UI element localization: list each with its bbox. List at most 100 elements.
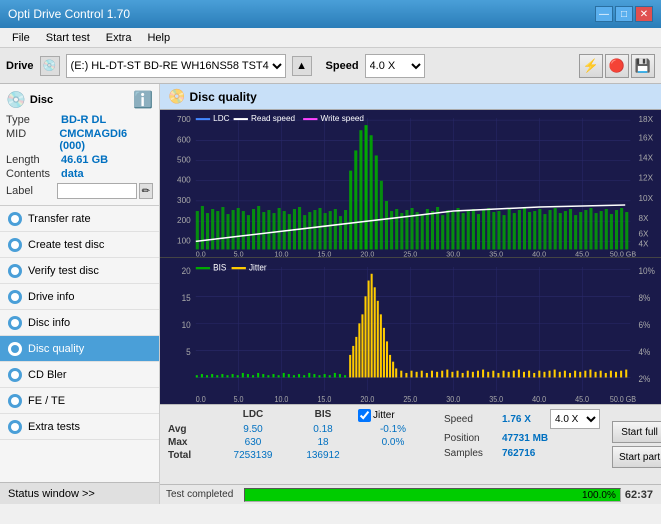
- svg-text:16X: 16X: [639, 133, 654, 142]
- svg-text:50.0 GB: 50.0 GB: [610, 394, 636, 403]
- menu-start-test[interactable]: Start test: [38, 30, 98, 46]
- disc-label-label: Label: [6, 185, 55, 197]
- disc-label-button[interactable]: ✏: [139, 183, 153, 199]
- disc-contents-value: data: [61, 168, 84, 180]
- maximize-button[interactable]: □: [615, 6, 633, 22]
- samples-row: Samples 762716: [444, 448, 600, 459]
- svg-text:8X: 8X: [639, 214, 650, 223]
- content-area: 📀 Disc quality: [160, 84, 661, 504]
- nav-dot: [8, 238, 22, 252]
- close-button[interactable]: ✕: [635, 6, 653, 22]
- svg-text:4X: 4X: [639, 239, 650, 248]
- svg-text:20: 20: [182, 265, 191, 275]
- total-label: Total: [168, 450, 218, 461]
- svg-text:45.0: 45.0: [575, 394, 589, 403]
- nav-label: FE / TE: [28, 395, 65, 407]
- sidebar-item-disc-info[interactable]: Disc info: [0, 310, 159, 336]
- nav-label: Drive info: [28, 291, 74, 303]
- drive-select[interactable]: (E:) HL-DT-ST BD-RE WH16NS58 TST4: [66, 54, 286, 78]
- drive-label: Drive: [6, 60, 34, 72]
- jitter-checkbox[interactable]: [358, 409, 371, 422]
- nav-dot: [8, 264, 22, 278]
- progress-percent: 100.0%: [582, 489, 616, 503]
- jitter-label[interactable]: Jitter: [358, 409, 428, 422]
- menubar: File Start test Extra Help: [0, 28, 661, 48]
- start-full-button[interactable]: Start full: [612, 421, 661, 443]
- sidebar-item-create-test-disc[interactable]: Create test disc: [0, 232, 159, 258]
- progress-fill: [245, 489, 620, 501]
- toolbar-btn-1[interactable]: ⚡: [579, 54, 603, 78]
- stats-avg-row: Avg 9.50 0.18 -0.1%: [168, 424, 428, 435]
- toolbar-buttons: ⚡ 🔴 💾: [579, 54, 655, 78]
- stats-bar: LDC BIS Jitter Avg 9.50 0.18 -0.1%: [160, 404, 661, 484]
- drive-arrow-icon[interactable]: ▲: [292, 56, 312, 76]
- menu-help[interactable]: Help: [139, 30, 178, 46]
- menu-file[interactable]: File: [4, 30, 38, 46]
- disc-type-label: Type: [6, 114, 61, 126]
- chart-bottom-svg: 20 15 10 5 10% 8% 6% 4% 2% 0.0 5.0 10.0 …: [160, 258, 661, 405]
- nav-dot: [8, 368, 22, 382]
- svg-text:20.0: 20.0: [360, 394, 374, 403]
- disc-label-input[interactable]: [57, 183, 137, 199]
- svg-text:5.0: 5.0: [234, 251, 244, 257]
- stats-table: LDC BIS Jitter Avg 9.50 0.18 -0.1%: [160, 405, 436, 484]
- nav-dot: [8, 420, 22, 434]
- disc-length-row: Length 46.61 GB: [6, 154, 153, 166]
- speed-select[interactable]: 4.0 X: [365, 54, 425, 78]
- disc-quality-title: Disc quality: [189, 90, 256, 104]
- svg-text:30.0: 30.0: [446, 251, 460, 257]
- max-jitter: 0.0%: [358, 437, 428, 448]
- toolbar-btn-3[interactable]: 💾: [631, 54, 655, 78]
- chart-top: 700 600 500 400 300 200 100 18X 16X 14X …: [160, 110, 661, 258]
- svg-text:50.0 GB: 50.0 GB: [610, 251, 636, 257]
- toolbar-btn-2[interactable]: 🔴: [605, 54, 629, 78]
- disc-length-value: 46.61 GB: [61, 154, 108, 166]
- main-layout: 💿 Disc ℹ️ Type BD-R DL MID CMCMAGDI6 (00…: [0, 84, 661, 504]
- sidebar-item-cd-bler[interactable]: CD Bler: [0, 362, 159, 388]
- max-label: Max: [168, 437, 218, 448]
- svg-text:Jitter: Jitter: [249, 262, 267, 272]
- position-label: Position: [444, 433, 494, 444]
- stats-header-row: LDC BIS Jitter: [168, 409, 428, 422]
- sidebar-item-extra-tests[interactable]: Extra tests: [0, 414, 159, 440]
- stats-total-row: Total 7253139 136912: [168, 450, 428, 461]
- svg-text:100: 100: [177, 236, 191, 245]
- svg-text:15.0: 15.0: [317, 251, 331, 257]
- svg-text:10%: 10%: [639, 265, 656, 275]
- start-buttons: Start full Start part: [608, 405, 661, 484]
- sidebar-item-drive-info[interactable]: Drive info: [0, 284, 159, 310]
- svg-text:25.0: 25.0: [403, 251, 417, 257]
- avg-bis: 0.18: [288, 424, 358, 435]
- progress-status: Test completed: [160, 489, 240, 500]
- svg-text:700: 700: [177, 115, 191, 124]
- disc-panel: 💿 Disc ℹ️ Type BD-R DL MID CMCMAGDI6 (00…: [0, 84, 159, 206]
- speed-row: Speed 1.76 X 4.0 X: [444, 409, 600, 429]
- svg-text:15.0: 15.0: [317, 394, 331, 403]
- svg-text:25.0: 25.0: [403, 394, 417, 403]
- sidebar-item-transfer-rate[interactable]: Transfer rate: [0, 206, 159, 232]
- disc-info-icon[interactable]: ℹ️: [133, 90, 153, 110]
- samples-label: Samples: [444, 448, 494, 459]
- drive-eject-icon[interactable]: 💿: [40, 56, 60, 76]
- col-bis-header: BIS: [288, 409, 358, 422]
- svg-text:0.0: 0.0: [196, 394, 206, 403]
- charts-area: 700 600 500 400 300 200 100 18X 16X 14X …: [160, 110, 661, 404]
- status-window[interactable]: Status window >>: [0, 482, 159, 504]
- samples-value: 762716: [502, 448, 562, 459]
- sidebar-item-verify-test-disc[interactable]: Verify test disc: [0, 258, 159, 284]
- svg-text:LDC: LDC: [213, 114, 229, 123]
- sidebar-item-disc-quality[interactable]: Disc quality: [0, 336, 159, 362]
- menu-extra[interactable]: Extra: [98, 30, 140, 46]
- start-part-button[interactable]: Start part: [612, 446, 661, 468]
- drivebar: Drive 💿 (E:) HL-DT-ST BD-RE WH16NS58 TST…: [0, 48, 661, 84]
- sidebar: 💿 Disc ℹ️ Type BD-R DL MID CMCMAGDI6 (00…: [0, 84, 160, 504]
- speed-control[interactable]: 4.0 X: [550, 409, 600, 429]
- svg-text:10X: 10X: [639, 194, 654, 203]
- minimize-button[interactable]: —: [595, 6, 613, 22]
- titlebar: Opti Drive Control 1.70 — □ ✕: [0, 0, 661, 28]
- svg-text:30.0: 30.0: [446, 394, 460, 403]
- svg-text:2%: 2%: [639, 373, 651, 383]
- sidebar-item-fe-te[interactable]: FE / TE: [0, 388, 159, 414]
- nav-label: Disc info: [28, 317, 70, 329]
- svg-text:45.0: 45.0: [575, 251, 589, 257]
